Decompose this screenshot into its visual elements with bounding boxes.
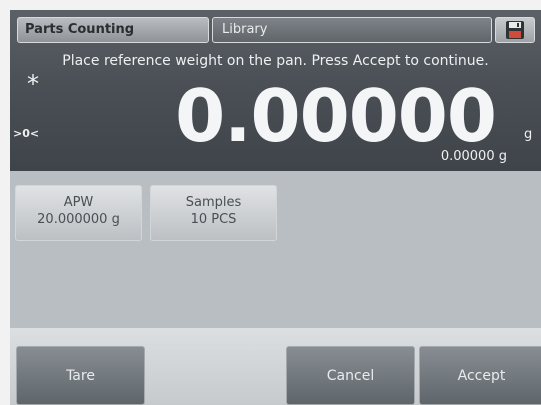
stability-indicator: *: [27, 70, 39, 98]
tab-parts-counting[interactable]: Parts Counting: [17, 17, 209, 43]
reading-unit: g: [524, 127, 533, 142]
secondary-reading: 0.00000 g: [440, 149, 507, 164]
apw-value: 20.000000 g: [37, 212, 120, 227]
save-button[interactable]: [495, 17, 535, 43]
center-of-zero-indicator: >0<: [13, 127, 40, 140]
tab-library[interactable]: Library: [212, 17, 492, 43]
tab-label: Parts Counting: [25, 22, 135, 37]
tare-button[interactable]: Tare: [16, 346, 145, 405]
instruction-text: Place reference weight on the pan. Press…: [62, 53, 489, 69]
tab-label: Library: [222, 22, 268, 37]
samples-value: 10 PCS: [190, 212, 237, 227]
samples-button[interactable]: Samples 10 PCS: [150, 185, 277, 241]
balance-screen: Parts Counting Library Place reference w…: [10, 10, 541, 405]
weight-reading: 0.00000: [175, 74, 497, 158]
cancel-button[interactable]: Cancel: [286, 346, 415, 405]
floppy-disk-icon: [506, 21, 524, 39]
apw-label: APW: [63, 195, 94, 210]
accept-button[interactable]: Accept: [419, 346, 541, 405]
samples-label: Samples: [185, 195, 242, 210]
weight-display: Parts Counting Library Place reference w…: [10, 10, 541, 171]
apw-button[interactable]: APW 20.000000 g: [15, 185, 142, 241]
